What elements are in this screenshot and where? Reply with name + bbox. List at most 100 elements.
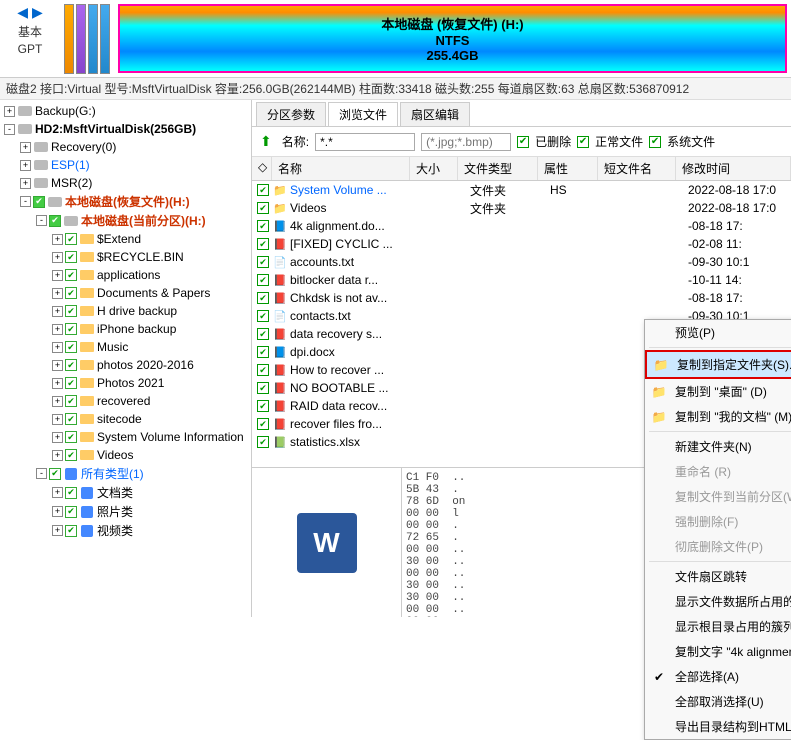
file-checkbox[interactable]: ✔ (257, 382, 269, 394)
expand-toggle[interactable]: + (52, 252, 63, 263)
file-checkbox[interactable]: ✔ (257, 400, 269, 412)
file-checkbox[interactable]: ✔ (257, 310, 269, 322)
file-name[interactable]: data recovery s... (290, 327, 422, 341)
file-name[interactable]: contacts.txt (290, 309, 422, 323)
file-name[interactable]: RAID data recov... (290, 399, 422, 413)
file-row[interactable]: ✔📁System Volume ...文件夹HS2022-08-18 17:0 (252, 181, 791, 199)
expand-toggle[interactable]: - (36, 215, 47, 226)
tree-checkbox[interactable]: ✔ (65, 487, 77, 499)
file-name[interactable]: dpi.docx (290, 345, 422, 359)
tree-label[interactable]: Photos 2021 (97, 376, 164, 390)
file-row[interactable]: ✔📄accounts.txt-09-30 10:1 (252, 253, 791, 271)
partition-bar-icon[interactable] (64, 4, 74, 74)
file-row[interactable]: ✔📁Videos文件夹2022-08-18 17:0 (252, 199, 791, 217)
expand-toggle[interactable]: + (52, 378, 63, 389)
tree-label[interactable]: Documents & Papers (97, 286, 210, 300)
tab-browse-files[interactable]: 浏览文件 (328, 102, 398, 126)
expand-toggle[interactable]: + (52, 360, 63, 371)
tree-checkbox[interactable]: ✔ (65, 359, 77, 371)
tree-checkbox[interactable]: ✔ (65, 323, 77, 335)
tree-item[interactable]: +✔照片类 (2, 502, 249, 521)
menu-item[interactable]: 📁复制到指定文件夹(S)... (645, 350, 791, 379)
expand-toggle[interactable]: + (52, 525, 63, 536)
expand-toggle[interactable]: + (4, 106, 15, 117)
expand-toggle[interactable]: + (52, 288, 63, 299)
file-checkbox[interactable]: ✔ (257, 346, 269, 358)
tree-label[interactable]: 视频类 (97, 522, 133, 539)
menu-item[interactable]: 📁复制到 "我的文档" (M) (645, 404, 791, 429)
tree-label[interactable]: sitecode (97, 412, 142, 426)
file-checkbox[interactable]: ✔ (257, 328, 269, 340)
tree-item[interactable]: +✔H drive backup (2, 302, 249, 320)
deleted-checkbox[interactable]: ✔ (517, 136, 529, 148)
menu-item[interactable]: 全部取消选择(U) (645, 689, 791, 714)
main-partition-block[interactable]: 本地磁盘 (恢复文件) (H:) NTFS 255.4GB (118, 4, 787, 73)
menu-item[interactable]: 文件扇区跳转▸ (645, 564, 791, 589)
menu-item[interactable]: 显示根目录占用的簇列表 (645, 614, 791, 639)
file-checkbox[interactable]: ✔ (257, 418, 269, 430)
tree-label[interactable]: ESP(1) (51, 158, 90, 172)
tree-item[interactable]: +✔ Documents & Papers (2, 284, 249, 302)
menu-item[interactable]: 新建文件夹(N) (645, 434, 791, 459)
tree-item[interactable]: +✔ photos 2020-2016 (2, 356, 249, 374)
file-row[interactable]: ✔📘4k alignment.do...-08-18 17: (252, 217, 791, 235)
tree-item[interactable]: - HD2:MsftVirtualDisk(256GB) (2, 120, 249, 138)
tree-checkbox[interactable]: ✔ (65, 287, 77, 299)
tree-item[interactable]: +✔Music (2, 338, 249, 356)
file-name[interactable]: Videos (290, 201, 422, 215)
expand-toggle[interactable]: + (52, 342, 63, 353)
up-arrow-icon[interactable]: ⬆ (256, 131, 276, 152)
col-size[interactable]: 大小 (410, 157, 458, 180)
tree-label[interactable]: Videos (97, 448, 133, 462)
tree-label[interactable]: $Extend (97, 232, 141, 246)
tree-label[interactable]: Music (97, 340, 128, 354)
expand-toggle[interactable]: + (52, 450, 63, 461)
file-row[interactable]: ✔📕Chkdsk is not av...-08-18 17: (252, 289, 791, 307)
tree-item[interactable]: +✔System Volume Information (2, 428, 249, 446)
tree-item[interactable]: +ESP(1) (2, 156, 249, 174)
tree-item[interactable]: -✔本地磁盘(恢复文件)(H:) (2, 192, 249, 211)
tree-label[interactable]: HD2:MsftVirtualDisk(256GB) (35, 122, 196, 136)
tree-checkbox[interactable]: ✔ (49, 215, 61, 227)
tab-partition-params[interactable]: 分区参数 (256, 102, 326, 126)
tree-checkbox[interactable]: ✔ (65, 269, 77, 281)
tree-item[interactable]: +✔applications (2, 266, 249, 284)
menu-item[interactable]: 导出目录结构到HTML文件 (645, 714, 791, 739)
tree-checkbox[interactable]: ✔ (33, 196, 45, 208)
tree-label[interactable]: recovered (97, 394, 150, 408)
expand-toggle[interactable]: + (20, 142, 31, 153)
partition-bar-icon[interactable] (76, 4, 86, 74)
tree-item[interactable]: +✔ 视频类 (2, 521, 249, 540)
file-checkbox[interactable]: ✔ (257, 292, 269, 304)
tree-label[interactable]: System Volume Information (97, 430, 244, 444)
file-checkbox[interactable]: ✔ (257, 436, 269, 448)
menu-item[interactable]: 预览(P) (645, 320, 791, 345)
col-mod[interactable]: 修改时间 (676, 157, 791, 180)
file-name[interactable]: Chkdsk is not av... (290, 291, 422, 305)
expand-toggle[interactable]: + (52, 306, 63, 317)
tree-checkbox[interactable]: ✔ (65, 305, 77, 317)
file-name[interactable]: accounts.txt (290, 255, 422, 269)
tree-checkbox[interactable]: ✔ (65, 525, 77, 537)
expand-toggle[interactable]: - (4, 124, 15, 135)
tree-checkbox[interactable]: ✔ (65, 395, 77, 407)
tree-checkbox[interactable]: ✔ (49, 468, 61, 480)
col-short[interactable]: 短文件名 (598, 157, 676, 180)
tree-label[interactable]: $RECYCLE.BIN (97, 250, 184, 264)
tree-label[interactable]: photos 2020-2016 (97, 358, 194, 372)
tree-item[interactable]: +✔recovered (2, 392, 249, 410)
tree-checkbox[interactable]: ✔ (65, 431, 77, 443)
tree-item[interactable]: -✔所有类型(1) (2, 464, 249, 483)
expand-toggle[interactable]: - (36, 468, 47, 479)
expand-toggle[interactable]: + (52, 324, 63, 335)
file-checkbox[interactable]: ✔ (257, 238, 269, 250)
col-attr[interactable]: 属性 (538, 157, 598, 180)
tree-item[interactable]: +✔文档类 (2, 483, 249, 502)
tree-checkbox[interactable]: ✔ (65, 449, 77, 461)
tree-checkbox[interactable]: ✔ (65, 251, 77, 263)
expand-toggle[interactable]: + (52, 506, 63, 517)
file-checkbox[interactable]: ✔ (257, 184, 269, 196)
file-checkbox[interactable]: ✔ (257, 274, 269, 286)
partition-bar-icon[interactable] (100, 4, 110, 74)
file-name[interactable]: 4k alignment.do... (290, 219, 422, 233)
